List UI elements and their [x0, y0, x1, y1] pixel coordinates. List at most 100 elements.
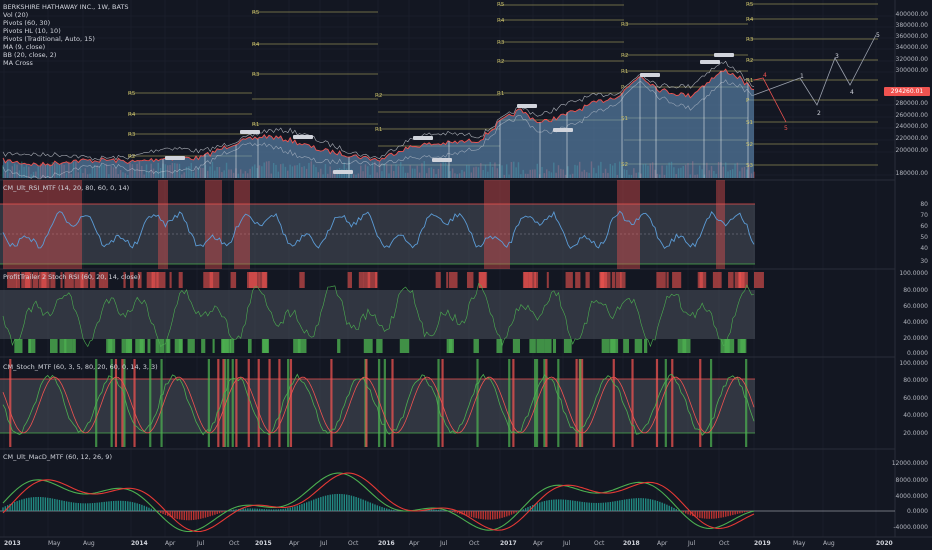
macd-hist-bar-pos — [567, 499, 569, 511]
macd-hist-bar-pos — [30, 497, 32, 511]
rsi-zone — [617, 180, 640, 269]
macd-tick: 12000.0000 — [891, 460, 928, 467]
macd-hist-bar-pos — [51, 498, 54, 511]
macd-hist-bar-pos — [569, 500, 572, 511]
pivot-price-box — [517, 104, 537, 108]
legend-ma[interactable]: MA (9, close) — [3, 43, 129, 51]
macd-pane-title[interactable]: CM_Ult_MacD_MTF (60, 12, 26, 9) — [3, 453, 112, 461]
macd-hist-bar-neg — [195, 511, 197, 520]
stoch-rsi-overbought — [699, 272, 707, 288]
macd-hist-bar-pos — [376, 505, 379, 511]
stoch-rsi-overbought — [155, 272, 159, 288]
macd-hist-bar-neg — [470, 511, 473, 518]
time-tick: Oct — [719, 540, 730, 547]
pivot-label-r5: R5 — [128, 91, 136, 97]
wave-label-2: 2 — [817, 110, 821, 117]
stoch-rsi-oversold — [363, 339, 373, 353]
stoch-rsi-pane[interactable] — [0, 272, 764, 353]
macd-hist-bar-pos — [633, 498, 635, 511]
macd-hist-bar-neg — [708, 511, 710, 519]
rsi-pane-title[interactable]: CM_Ult_RSI_MTF (14, 20, 80, 60, 0, 14) — [3, 184, 129, 192]
macd-hist-bar-neg — [722, 511, 725, 518]
macd-hist-bar-pos — [597, 502, 600, 511]
legend-pivots-hl[interactable]: Pivots HL (10, 10) — [3, 27, 129, 35]
price-tick: 180000.00 — [895, 170, 928, 177]
stoch-rsi-oversold — [14, 339, 23, 353]
stoch-bull-bar — [557, 359, 560, 447]
pivot-price-box — [293, 135, 313, 139]
stoch-rsi-overbought — [347, 272, 352, 288]
stoch-rsi-overbought — [523, 272, 529, 288]
time-tick: 2019 — [754, 540, 771, 547]
legend-vol[interactable]: Vol (20) — [3, 11, 129, 19]
stoch-bear-bar — [612, 359, 615, 447]
time-tick: Aug — [83, 540, 95, 547]
pivot-label-r5: R5 — [497, 2, 505, 8]
symbol-title[interactable]: BERKSHIRE HATHAWAY INC., 1W, BATS — [3, 3, 129, 11]
macd-hist-bar-pos — [2, 507, 4, 511]
macd-hist-bar-pos — [75, 502, 77, 511]
stoch-bear-bar — [699, 359, 702, 447]
macd-hist-bar-pos — [338, 493, 341, 511]
macd-hist-bar-pos — [298, 504, 301, 511]
time-tick: 2018 — [623, 540, 640, 547]
macd-hist-bar-pos — [320, 497, 322, 511]
stoch-rsi-oversold — [623, 339, 629, 353]
stoch-rsi-pane-title[interactable]: ProfitTrailer 2 Stoch RSI (60, 20, 14, c… — [3, 273, 140, 281]
price-tick: 400000.00 — [895, 11, 928, 18]
macd-hist-bar-pos — [72, 502, 75, 511]
stoch-tick: 100.0000 — [899, 360, 928, 367]
macd-hist-bar-pos — [145, 506, 148, 511]
macd-hist-bar-pos — [390, 509, 393, 511]
macd-hist-bar-pos — [315, 498, 317, 511]
macd-hist-bar-pos — [381, 507, 383, 511]
macd-hist-bar-pos — [127, 501, 129, 511]
macd-hist-bar-pos — [590, 502, 593, 511]
macd-hist-bar-pos — [609, 501, 612, 511]
macd-hist-bar-neg — [496, 511, 499, 519]
stoch-rsi-oversold — [399, 339, 410, 353]
macd-hist-bar-pos — [635, 498, 637, 511]
stoch-bear-bar — [9, 359, 12, 447]
stoch-rsi-overbought — [363, 272, 371, 288]
macd-hist-bar-pos — [661, 502, 663, 511]
macd-hist-bar-pos — [378, 506, 381, 511]
stoch-bull-bar — [543, 359, 546, 447]
stoch-bull-bar — [110, 359, 113, 447]
stoch-bear-bar — [365, 359, 368, 447]
legend-bb[interactable]: BB (20, close, 2) — [3, 51, 129, 59]
price-tick: 280000.00 — [895, 100, 928, 107]
rsi-zone — [205, 180, 222, 269]
macd-hist-bar-pos — [663, 503, 666, 511]
stoch-bull-bar — [207, 359, 210, 447]
pivot-label-r1: R1 — [375, 127, 383, 133]
macd-hist-bar-pos — [103, 501, 105, 511]
time-tick: Oct — [229, 540, 240, 547]
stoch-pane[interactable] — [0, 359, 755, 447]
stoch-rsi-oversold — [165, 339, 170, 353]
pivot-label-s1: S1 — [746, 120, 753, 126]
stoch-rsi-oversold — [174, 339, 183, 353]
time-tick: Oct — [348, 540, 359, 547]
stoch-rsi-oversold — [147, 339, 151, 353]
macd-hist-bar-pos — [310, 500, 313, 511]
macd-hist-bar-pos — [668, 505, 670, 511]
stoch-rsi-overbought — [753, 272, 764, 288]
macd-hist-bar-pos — [656, 500, 659, 511]
time-tick: 2017 — [500, 540, 517, 547]
legend-pivots[interactable]: Pivots (60, 30) — [3, 19, 129, 27]
macd-hist-bar-neg — [216, 511, 218, 514]
stoch-bear-bar — [217, 359, 220, 447]
legend-pivots-traditional[interactable]: Pivots (Traditional, Auto, 15) — [3, 35, 129, 43]
macd-hist-bar-pos — [44, 497, 47, 511]
macd-pane[interactable] — [0, 472, 895, 533]
wave-label-1: 1 — [800, 73, 804, 80]
macd-hist-bar-pos — [652, 499, 654, 511]
rsi-pane[interactable] — [0, 180, 755, 269]
legend-ma-cross[interactable]: MA Cross — [3, 59, 129, 67]
stoch-rsi-overbought — [611, 272, 616, 288]
macd-hist-bar-pos — [98, 502, 101, 511]
macd-hist-bar-neg — [715, 511, 718, 519]
rsi-tick: 60 — [920, 223, 928, 230]
stoch-pane-title[interactable]: CM_Stoch_MTF (60, 3, 5, 80, 20, 60, 0, 1… — [3, 363, 158, 371]
